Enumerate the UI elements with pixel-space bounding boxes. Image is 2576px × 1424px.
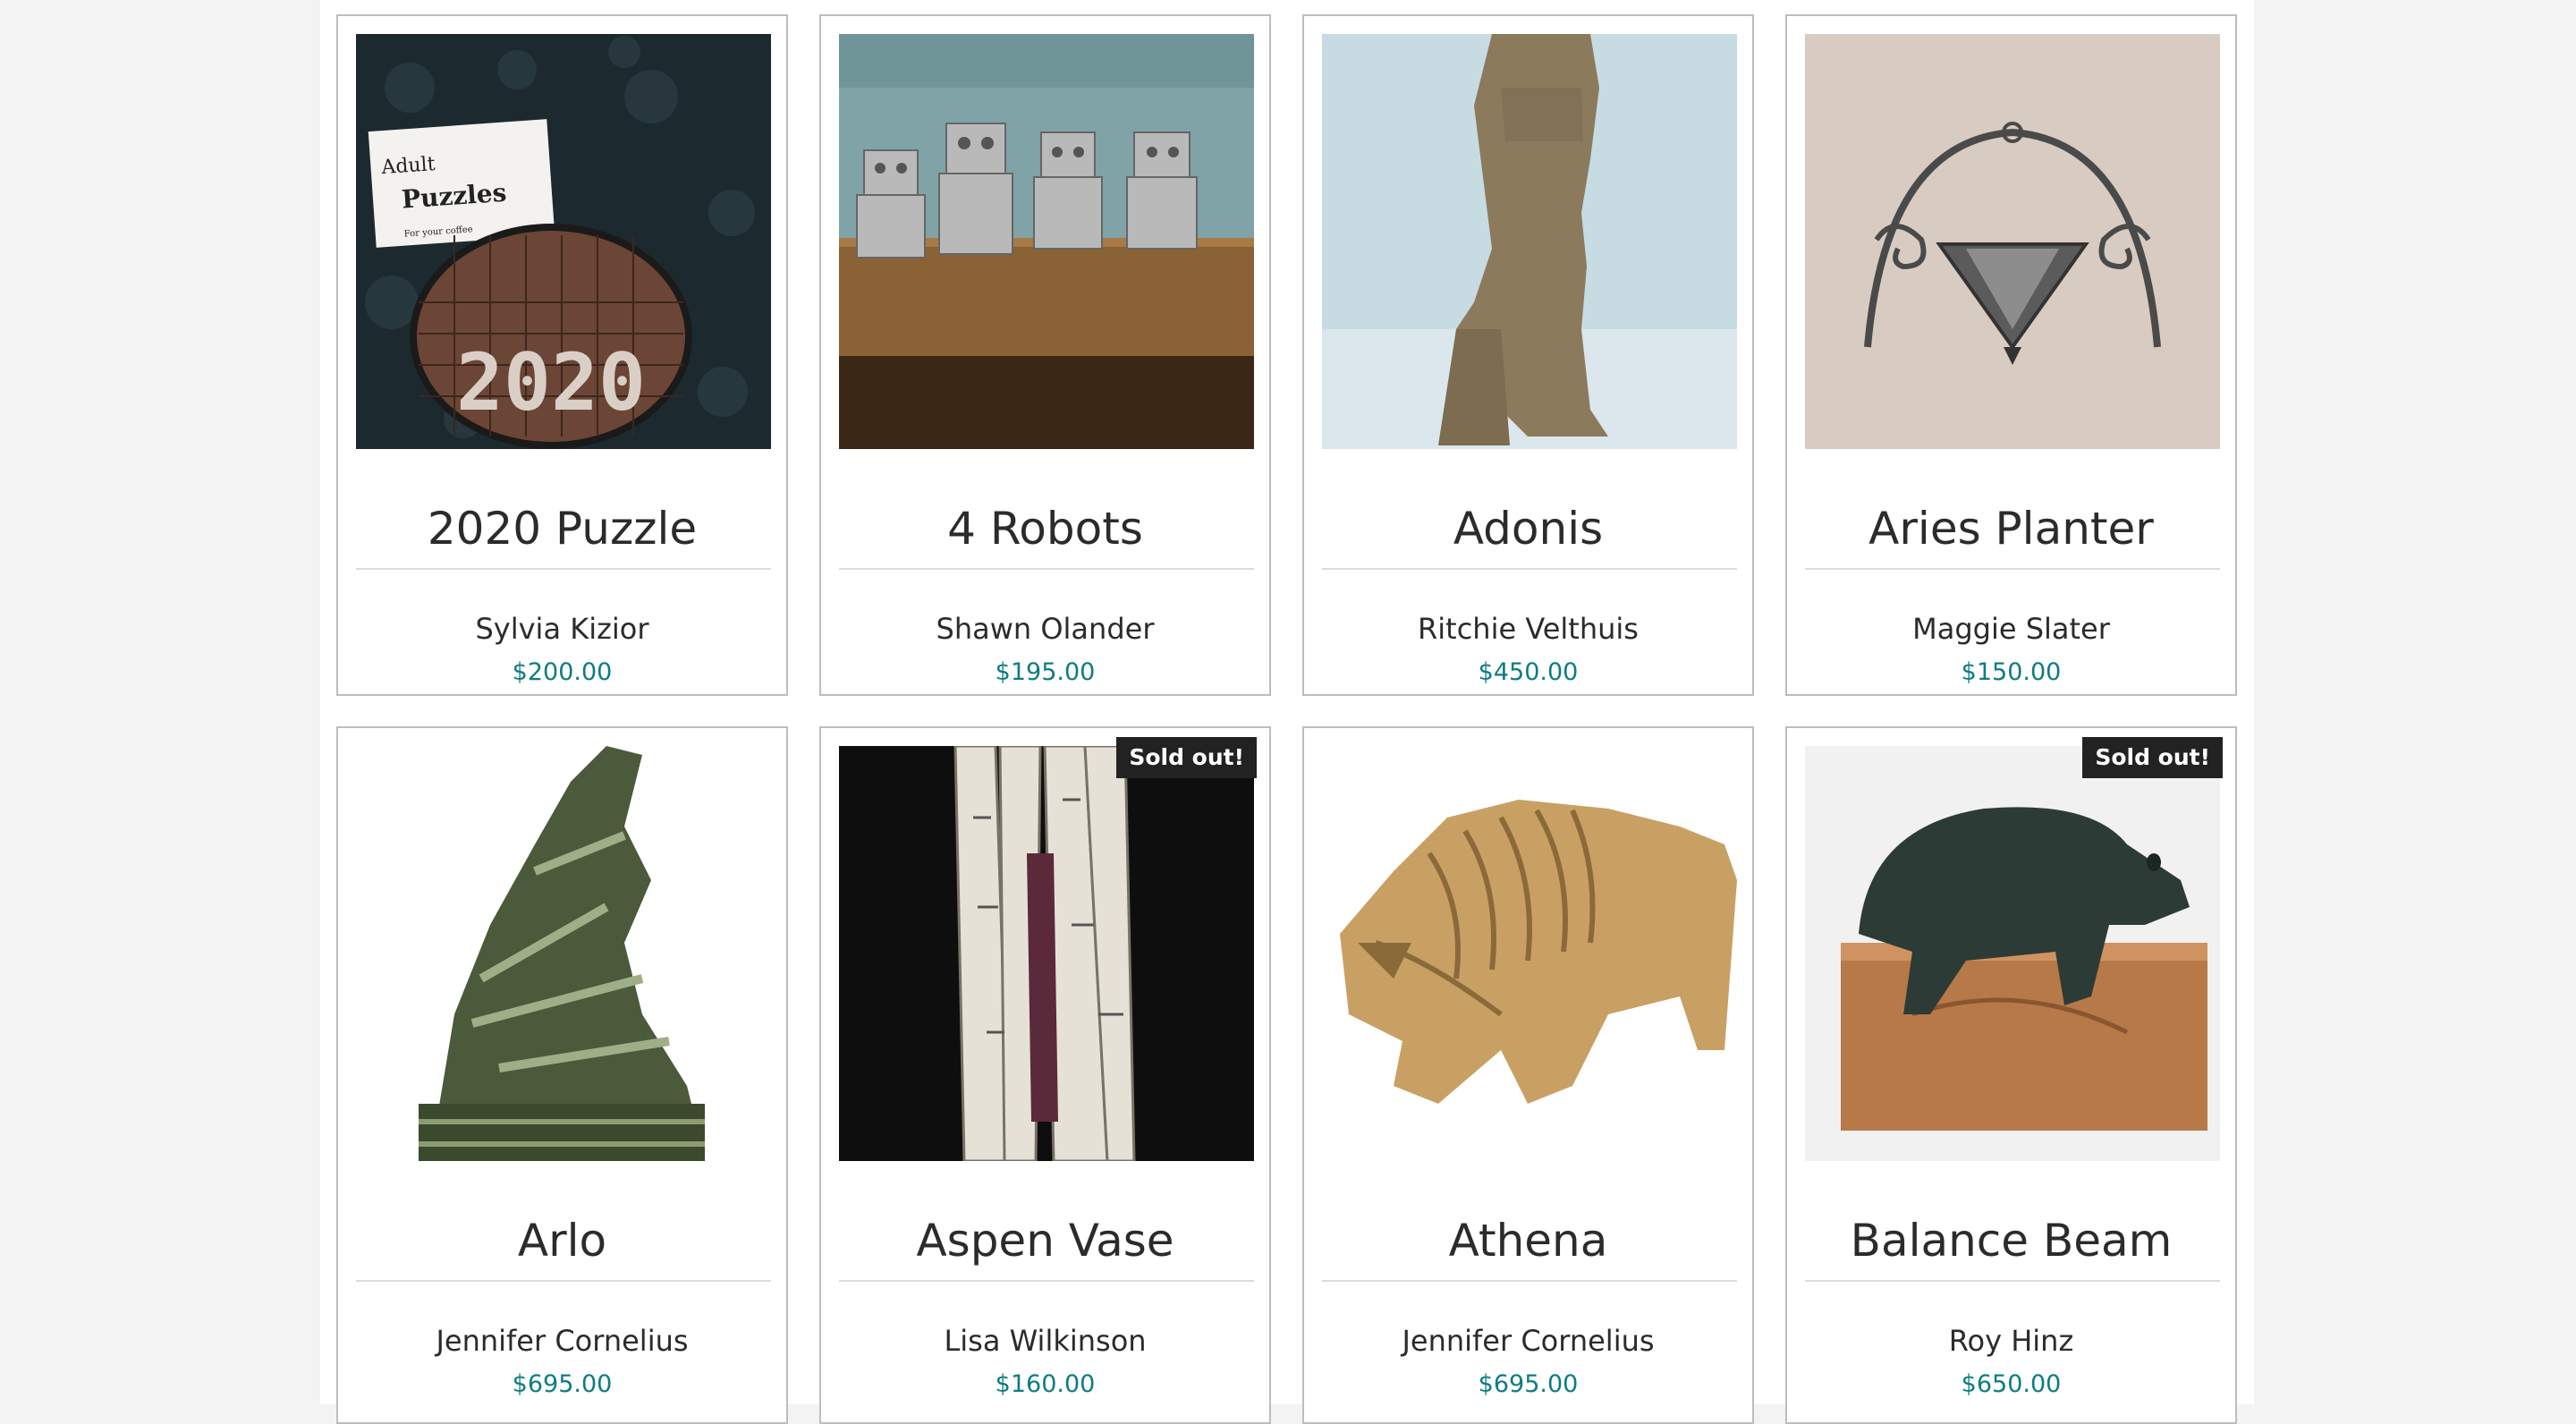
- artist-name: Jennifer Cornelius: [436, 1324, 689, 1358]
- bison-carving-image-icon: [1322, 746, 1737, 1161]
- vase-image-icon: [839, 746, 1254, 1161]
- artist-name: Jennifer Cornelius: [1402, 1324, 1655, 1358]
- puzzle-image-icon: Adult Puzzles For your coffee 2020: [356, 34, 771, 449]
- product-card[interactable]: 4 Robots Shawn Olander $195.00: [819, 14, 1271, 696]
- robots-image-icon: [839, 34, 1254, 449]
- divider: [839, 568, 1254, 570]
- product-card[interactable]: Aries Planter Maggie Slater $150.00: [1785, 14, 2237, 696]
- product-title[interactable]: Athena: [1304, 1209, 1752, 1272]
- divider: [1322, 1280, 1737, 1282]
- product-image[interactable]: [356, 746, 771, 1161]
- product-card[interactable]: Athena Jennifer Cornelius $695.00: [1302, 726, 1754, 1424]
- stone-carving-image-icon: [356, 746, 771, 1161]
- product-title[interactable]: 4 Robots: [821, 497, 1269, 560]
- price: $150.00: [1961, 658, 2062, 686]
- svg-text:2020: 2020: [456, 336, 646, 428]
- artist-name: Lisa Wilkinson: [944, 1324, 1147, 1358]
- artist-name: Sylvia Kizior: [475, 612, 649, 646]
- artist-name: Shawn Olander: [936, 612, 1155, 646]
- product-image[interactable]: [839, 34, 1254, 449]
- artist-name: Ritchie Velthuis: [1418, 612, 1639, 646]
- product-title[interactable]: Adonis: [1304, 497, 1752, 560]
- product-card[interactable]: Adult Puzzles For your coffee 2020 2020 …: [336, 14, 788, 696]
- divider: [356, 1280, 771, 1282]
- statue-image-icon: [1322, 34, 1737, 449]
- divider: [1805, 568, 2220, 570]
- product-card[interactable]: Adonis Ritchie Velthuis $450.00: [1302, 14, 1754, 696]
- price: $695.00: [1478, 1370, 1579, 1398]
- product-title[interactable]: Aspen Vase: [821, 1209, 1269, 1272]
- price: $450.00: [1478, 658, 1579, 686]
- product-image[interactable]: [1805, 34, 2220, 449]
- divider: [356, 568, 771, 570]
- price: $195.00: [995, 658, 1096, 686]
- product-title[interactable]: Aries Planter: [1787, 497, 2235, 560]
- product-image[interactable]: [1805, 746, 2220, 1161]
- bear-carving-image-icon: [1805, 746, 2220, 1161]
- product-card[interactable]: Arlo Jennifer Cornelius $695.00: [336, 726, 788, 1424]
- artist-name: Maggie Slater: [1912, 612, 2110, 646]
- product-card[interactable]: Sold out! Balance Beam Roy Hinz $650.00: [1785, 726, 2237, 1424]
- product-card[interactable]: Sold out! Aspen Vase Lisa Wilkinson $160…: [819, 726, 1271, 1424]
- svg-text:Adult: Adult: [380, 153, 436, 179]
- product-image[interactable]: Adult Puzzles For your coffee 2020: [356, 34, 771, 449]
- planter-image-icon: [1805, 34, 2220, 449]
- product-title[interactable]: Balance Beam: [1787, 1209, 2235, 1272]
- divider: [1322, 568, 1737, 570]
- divider: [1805, 1280, 2220, 1282]
- divider: [839, 1280, 1254, 1282]
- price: $200.00: [512, 658, 613, 686]
- sold-out-badge: Sold out!: [2082, 737, 2223, 778]
- price: $695.00: [512, 1370, 613, 1398]
- product-image[interactable]: [1322, 746, 1737, 1161]
- price: $160.00: [995, 1370, 1096, 1398]
- product-image[interactable]: [1322, 34, 1737, 449]
- sold-out-badge: Sold out!: [1116, 737, 1257, 778]
- artist-name: Roy Hinz: [1948, 1324, 2074, 1358]
- product-title[interactable]: Arlo: [338, 1209, 786, 1272]
- price: $650.00: [1961, 1370, 2062, 1398]
- product-title[interactable]: 2020 Puzzle: [338, 497, 786, 560]
- product-image[interactable]: [839, 746, 1254, 1161]
